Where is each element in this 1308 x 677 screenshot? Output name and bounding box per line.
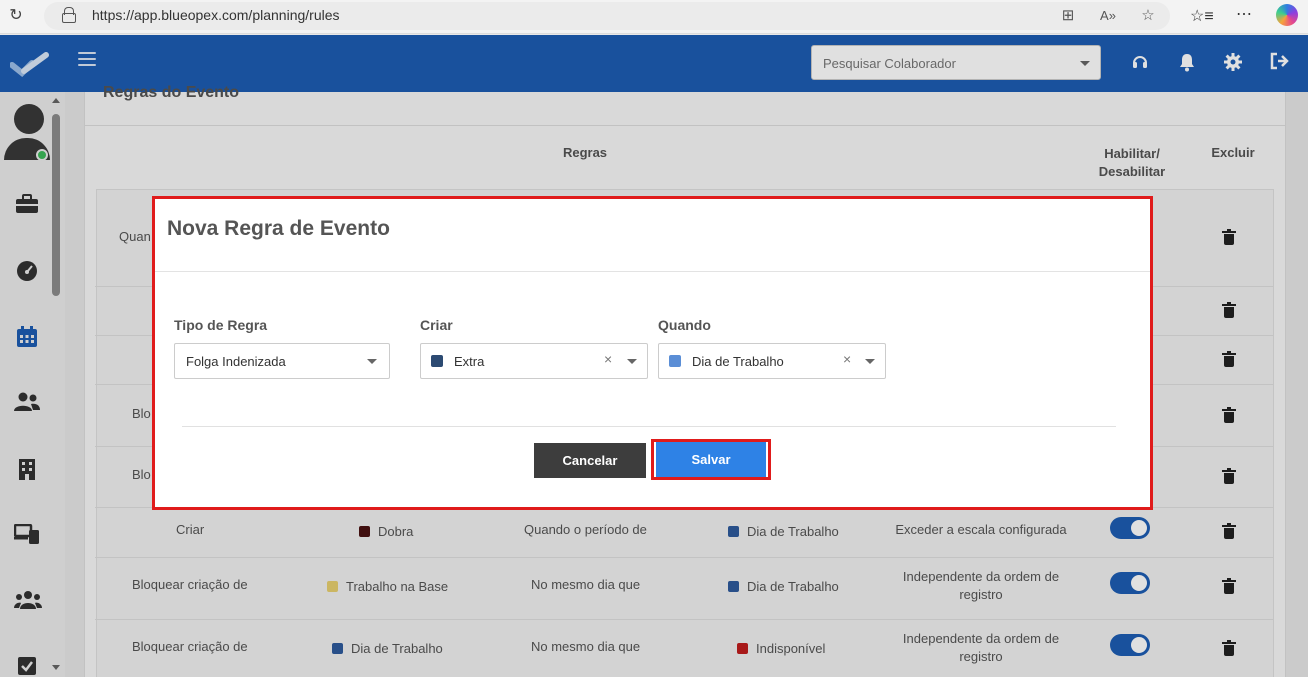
lock-icon xyxy=(62,7,76,23)
reload-icon[interactable]: ↻ xyxy=(6,6,26,26)
when-select[interactable]: Dia de Trabalho × xyxy=(658,343,886,379)
rule-type-select[interactable]: Folga Indenizada xyxy=(174,343,390,379)
clear-x-icon[interactable]: × xyxy=(843,351,851,367)
more-options-icon[interactable]: ⋯ xyxy=(1233,4,1255,24)
chevron-down-icon xyxy=(627,359,637,364)
copilot-icon[interactable] xyxy=(1276,4,1298,26)
color-swatch xyxy=(669,355,681,367)
create-label: Criar xyxy=(420,317,453,333)
clear-x-icon[interactable]: × xyxy=(604,351,612,367)
favorites-list-icon[interactable]: ☆≡ xyxy=(1190,6,1214,26)
browser-toolbar: ↻ https://app.blueopex.com/planning/rule… xyxy=(0,0,1308,34)
url-text: https://app.blueopex.com/planning/rules xyxy=(92,7,340,23)
cancel-button[interactable]: Cancelar xyxy=(534,443,646,478)
read-aloud-icon[interactable]: A» xyxy=(1098,8,1118,23)
create-select[interactable]: Extra × xyxy=(420,343,648,379)
rule-type-value: Folga Indenizada xyxy=(186,354,286,369)
modal-header-divider xyxy=(155,271,1150,272)
chevron-down-icon xyxy=(865,359,875,364)
address-bar[interactable]: https://app.blueopex.com/planning/rules … xyxy=(44,2,1170,30)
rule-type-label: Tipo de Regra xyxy=(174,317,268,333)
when-value: Dia de Trabalho xyxy=(692,354,784,369)
new-event-rule-modal: Nova Regra de Evento Tipo de Regra Folga… xyxy=(152,196,1153,510)
modal-footer-divider xyxy=(182,426,1116,427)
split-screen-icon[interactable]: ⊞ xyxy=(1058,6,1078,24)
modal-title: Nova Regra de Evento xyxy=(167,217,390,240)
chevron-down-icon xyxy=(367,359,377,364)
favorite-star-icon[interactable]: ☆ xyxy=(1138,6,1158,24)
when-label: Quando xyxy=(658,317,711,333)
create-value: Extra xyxy=(454,354,485,369)
save-button[interactable]: Salvar xyxy=(656,442,766,477)
save-button-highlight: Salvar xyxy=(651,439,771,480)
color-swatch xyxy=(431,355,443,367)
